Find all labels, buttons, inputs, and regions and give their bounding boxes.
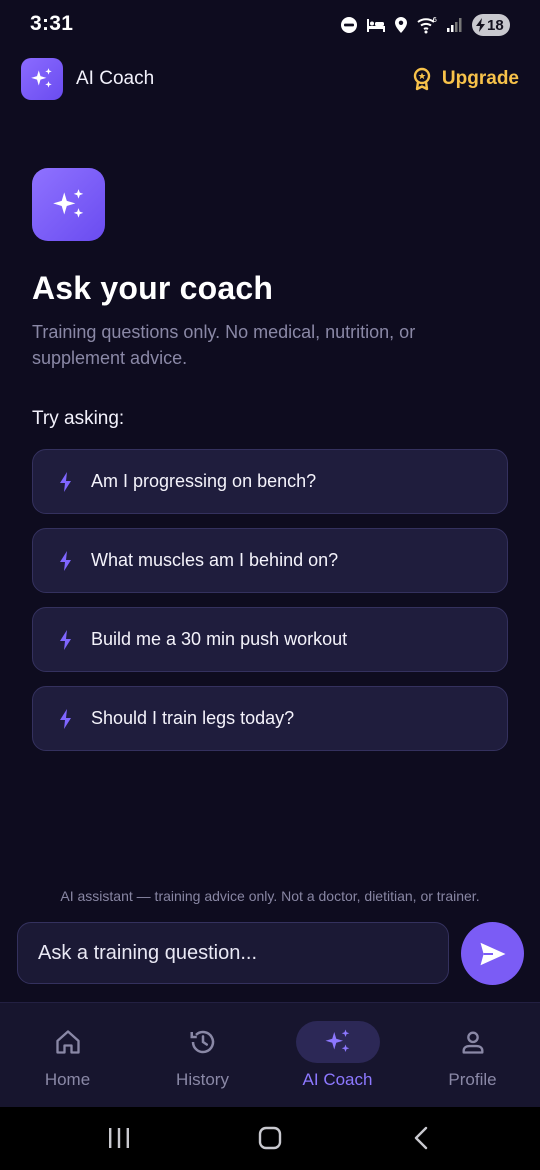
page-subtitle: Training questions only. No medical, nut…	[32, 322, 416, 368]
status-time: 3:31	[30, 12, 74, 35]
suggestion-chip[interactable]: What muscles am I behind on?	[32, 528, 508, 593]
bolt-icon	[60, 551, 71, 571]
nav-item-profile[interactable]: Profile	[405, 1003, 540, 1108]
status-icons: 6 18	[340, 13, 510, 37]
try-asking-label: Try asking:	[32, 408, 125, 429]
charging-bolt-icon	[476, 18, 485, 32]
disclaimer-text: AI assistant — training advice only. Not…	[60, 888, 480, 904]
send-button[interactable]	[461, 922, 524, 985]
back-icon[interactable]	[410, 1125, 434, 1151]
suggestion-chip[interactable]: Am I progressing on bench?	[32, 449, 508, 514]
nav-label-home: Home	[44, 1070, 91, 1089]
nav-item-ai-coach[interactable]: AI Coach	[270, 1003, 405, 1108]
award-icon	[413, 67, 431, 91]
nav-label-profile: Profile	[448, 1070, 497, 1089]
bolt-icon	[60, 472, 71, 492]
page-title: Ask your coach	[32, 270, 274, 306]
battery-level: 18	[487, 16, 504, 34]
suggestion-text: Am I progressing on bench?	[91, 471, 317, 491]
suggestion-text: Build me a 30 min push workout	[91, 629, 348, 649]
nav-label-history: History	[176, 1070, 229, 1089]
nav-item-history[interactable]: History	[135, 1003, 270, 1108]
screen: 3:31 6 18 AI Coach Upgrade Ask your coac…	[0, 0, 540, 1170]
hero-coach-icon	[32, 168, 105, 241]
location-icon	[395, 17, 407, 33]
app-header: AI Coach Upgrade	[21, 56, 519, 102]
bolt-icon	[60, 709, 71, 729]
battery-charging-icon: 18	[472, 14, 510, 36]
question-input[interactable]	[17, 922, 449, 984]
home-icon	[55, 1030, 80, 1054]
svg-text:6: 6	[433, 16, 438, 24]
wifi-icon: 6	[417, 16, 438, 34]
nav-item-home[interactable]: Home	[0, 1003, 135, 1108]
nav-label-ai-coach: AI Coach	[302, 1070, 373, 1089]
upgrade-label: Upgrade	[441, 68, 519, 89]
sparkles-icon	[325, 1029, 349, 1052]
bolt-icon	[60, 630, 71, 650]
sparkles-icon	[52, 188, 83, 218]
suggestion-text: What muscles am I behind on?	[91, 550, 339, 570]
suggestion-chip[interactable]: Should I train legs today?	[32, 686, 508, 751]
suggestion-chip[interactable]: Build me a 30 min push workout	[32, 607, 508, 672]
home-button-icon[interactable]	[257, 1125, 283, 1151]
status-bar: 3:31 6 18	[0, 0, 540, 48]
send-icon	[480, 942, 505, 965]
app-logo	[21, 58, 63, 100]
upgrade-button[interactable]: Upgrade	[412, 64, 519, 94]
history-icon	[190, 1030, 214, 1054]
suggestion-text: Should I train legs today?	[91, 708, 295, 728]
do-not-disturb-icon	[341, 17, 357, 33]
recent-apps-icon[interactable]	[107, 1125, 131, 1151]
app-title: AI Coach	[76, 68, 155, 89]
bottom-nav: Home History AI Coach Profile	[0, 1002, 540, 1107]
signal-icon	[447, 18, 462, 32]
suggestion-list: Am I progressing on bench? What muscles …	[32, 449, 508, 765]
bed-icon	[367, 19, 385, 32]
sparkles-icon	[31, 68, 52, 88]
person-icon	[462, 1031, 483, 1054]
system-nav-bar	[0, 1107, 540, 1170]
